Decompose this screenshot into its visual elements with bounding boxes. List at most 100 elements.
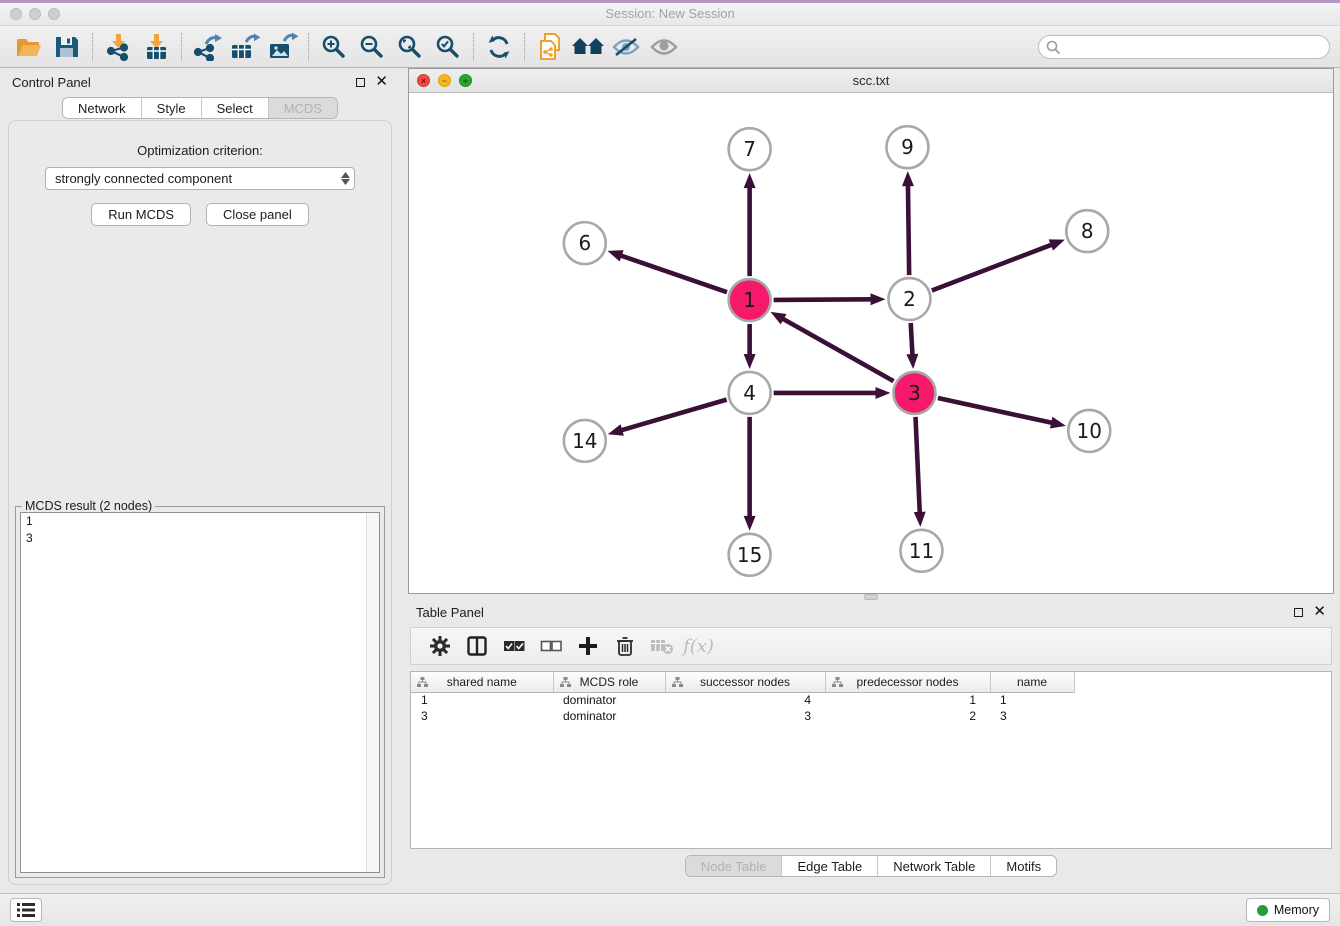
columns-icon bbox=[467, 636, 487, 656]
graph-node-3[interactable]: 3 bbox=[893, 372, 935, 414]
column-header[interactable]: name bbox=[990, 672, 1074, 692]
mcds-result-title: MCDS result (2 nodes) bbox=[22, 499, 155, 513]
graph-edge-1-4[interactable] bbox=[744, 324, 756, 369]
show-hidden-button[interactable] bbox=[645, 30, 683, 64]
function-builder-button[interactable]: f(x) bbox=[680, 630, 717, 662]
export-table-button[interactable] bbox=[226, 30, 264, 64]
graph-node-10[interactable]: 10 bbox=[1068, 410, 1110, 452]
graph-node-6[interactable]: 6 bbox=[564, 222, 606, 264]
close-panel-button[interactable]: Close panel bbox=[206, 203, 309, 226]
graph-edge-1-7[interactable] bbox=[744, 173, 756, 276]
table-row[interactable]: 1dominator411 bbox=[411, 692, 1074, 708]
close-panel-icon[interactable]: ✕ bbox=[375, 77, 388, 87]
graph-edge-4-3[interactable] bbox=[774, 387, 891, 399]
tab-edge-table[interactable]: Edge Table bbox=[782, 856, 878, 876]
network-view-window: × − + scc.txt 7 9 6 8 1 2 4 3 14 10 15 11 bbox=[408, 68, 1334, 594]
table-float-icon[interactable] bbox=[1294, 608, 1303, 617]
run-mcds-button[interactable]: Run MCDS bbox=[91, 203, 191, 226]
zoom-selected-button[interactable] bbox=[429, 30, 467, 64]
network-window-titlebar[interactable]: × − + scc.txt bbox=[409, 69, 1333, 93]
table-settings-button[interactable] bbox=[421, 630, 458, 662]
criterion-select-value: strongly connected component bbox=[55, 171, 232, 186]
graph-edge-2-3[interactable] bbox=[906, 323, 918, 369]
tab-mcds[interactable]: MCDS bbox=[269, 98, 337, 118]
mcds-result-list[interactable]: 13 bbox=[20, 512, 380, 873]
search-input[interactable] bbox=[1038, 35, 1330, 59]
float-panel-icon[interactable] bbox=[356, 78, 365, 87]
graph-node-8[interactable]: 8 bbox=[1066, 210, 1108, 252]
network-canvas[interactable]: 7 9 6 8 1 2 4 3 14 10 15 11 bbox=[409, 93, 1333, 593]
graph-node-7[interactable]: 7 bbox=[729, 128, 771, 170]
graph-node-label: 9 bbox=[901, 135, 914, 159]
import-network-button[interactable] bbox=[99, 30, 137, 64]
zoom-in-button[interactable] bbox=[315, 30, 353, 64]
toolbar-separator bbox=[524, 33, 525, 61]
export-image-icon bbox=[268, 33, 298, 61]
column-header[interactable]: shared name bbox=[411, 672, 553, 692]
node-table: shared nameMCDS rolesuccessor nodesprede… bbox=[410, 671, 1332, 849]
delete-column-button[interactable] bbox=[606, 630, 643, 662]
tab-style[interactable]: Style bbox=[142, 98, 202, 118]
import-table-button[interactable] bbox=[137, 30, 175, 64]
graph-node-label: 11 bbox=[909, 539, 934, 563]
zoom-fit-button[interactable] bbox=[391, 30, 429, 64]
mcds-result-item: 1 bbox=[21, 513, 379, 530]
tab-network-table[interactable]: Network Table bbox=[878, 856, 991, 876]
show-all-networks-button[interactable] bbox=[569, 30, 607, 64]
table-close-icon[interactable]: ✕ bbox=[1313, 607, 1326, 617]
graph-edge-2-8[interactable] bbox=[932, 239, 1065, 290]
table-cell: dominator bbox=[553, 708, 665, 724]
export-image-button[interactable] bbox=[264, 30, 302, 64]
tab-network[interactable]: Network bbox=[63, 98, 142, 118]
status-bar: Memory bbox=[0, 893, 1340, 926]
graph-node-4[interactable]: 4 bbox=[729, 372, 771, 414]
graph-edge-1-2[interactable] bbox=[774, 293, 886, 305]
graph-edge-1-6[interactable] bbox=[607, 250, 727, 292]
table-cell: 1 bbox=[990, 692, 1074, 708]
copy-network-button[interactable] bbox=[531, 30, 569, 64]
export-network-button[interactable] bbox=[188, 30, 226, 64]
add-column-button[interactable] bbox=[569, 630, 606, 662]
save-session-button[interactable] bbox=[48, 30, 86, 64]
graph-edge-4-15[interactable] bbox=[744, 417, 756, 531]
table-cell: 2 bbox=[825, 708, 990, 724]
graph-edge-3-10[interactable] bbox=[938, 398, 1066, 428]
show-task-history-button[interactable] bbox=[10, 898, 42, 922]
table-toolbar: f(x) bbox=[410, 627, 1332, 665]
delete-table-button[interactable] bbox=[643, 630, 680, 662]
zoom-selected-icon bbox=[435, 34, 461, 60]
column-header[interactable]: successor nodes bbox=[665, 672, 825, 692]
eye-icon bbox=[649, 36, 679, 58]
graph-edge-3-1[interactable] bbox=[771, 312, 894, 381]
column-header[interactable]: MCDS role bbox=[553, 672, 665, 692]
show-columns-button[interactable] bbox=[458, 630, 495, 662]
graph-node-11[interactable]: 11 bbox=[900, 530, 942, 572]
tab-select[interactable]: Select bbox=[202, 98, 269, 118]
tab-node-table[interactable]: Node Table bbox=[686, 856, 783, 876]
table-row[interactable]: 3dominator323 bbox=[411, 708, 1074, 724]
refresh-view-button[interactable] bbox=[480, 30, 518, 64]
graph-node-2[interactable]: 2 bbox=[888, 278, 930, 320]
double-home-icon bbox=[571, 35, 605, 59]
tab-motifs[interactable]: Motifs bbox=[991, 856, 1056, 876]
graph-node-9[interactable]: 9 bbox=[886, 126, 928, 168]
graph-node-1[interactable]: 1 bbox=[729, 279, 771, 321]
table-panel: Table Panel ✕ bbox=[408, 600, 1334, 893]
memory-button[interactable]: Memory bbox=[1246, 898, 1330, 922]
table-body: 1dominator4113dominator323 bbox=[411, 692, 1074, 724]
graph-edge-2-9[interactable] bbox=[902, 171, 914, 275]
graph-edge-4-14[interactable] bbox=[608, 400, 727, 436]
table-cell: 3 bbox=[665, 708, 825, 724]
zoom-out-button[interactable] bbox=[353, 30, 391, 64]
open-session-button[interactable] bbox=[10, 30, 48, 64]
graph-edge-3-11[interactable] bbox=[914, 417, 926, 527]
select-all-rows-button[interactable] bbox=[495, 630, 532, 662]
column-header[interactable]: predecessor nodes bbox=[825, 672, 990, 692]
criterion-select[interactable]: strongly connected component bbox=[45, 167, 355, 190]
mcds-result-scrollbar[interactable] bbox=[366, 513, 379, 872]
deselect-all-rows-button[interactable] bbox=[532, 630, 569, 662]
hide-selected-button[interactable] bbox=[607, 30, 645, 64]
graph-node-15[interactable]: 15 bbox=[729, 534, 771, 576]
graph-node-14[interactable]: 14 bbox=[564, 420, 606, 462]
table-cell: 1 bbox=[411, 692, 553, 708]
